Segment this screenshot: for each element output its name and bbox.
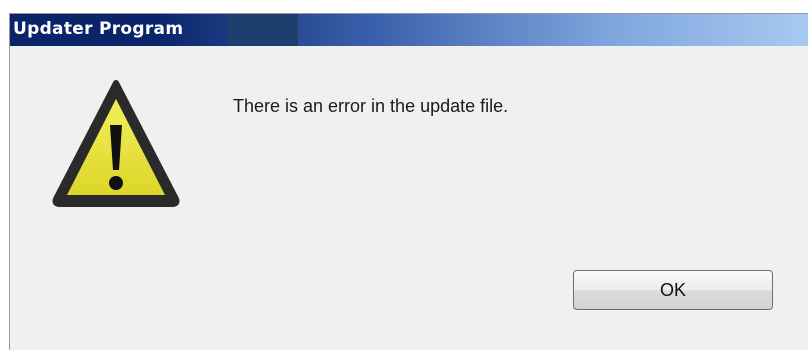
error-message: There is an error in the update file. (233, 96, 509, 116)
title-bar-highlight (228, 14, 298, 46)
window-title: Updater Program (13, 19, 184, 39)
dialog-window: Updater Program There is an error in the… (9, 13, 808, 350)
warning-triangle-icon (50, 77, 182, 210)
title-bar[interactable]: Updater Program (10, 14, 808, 46)
ok-button[interactable]: OK (573, 270, 773, 310)
